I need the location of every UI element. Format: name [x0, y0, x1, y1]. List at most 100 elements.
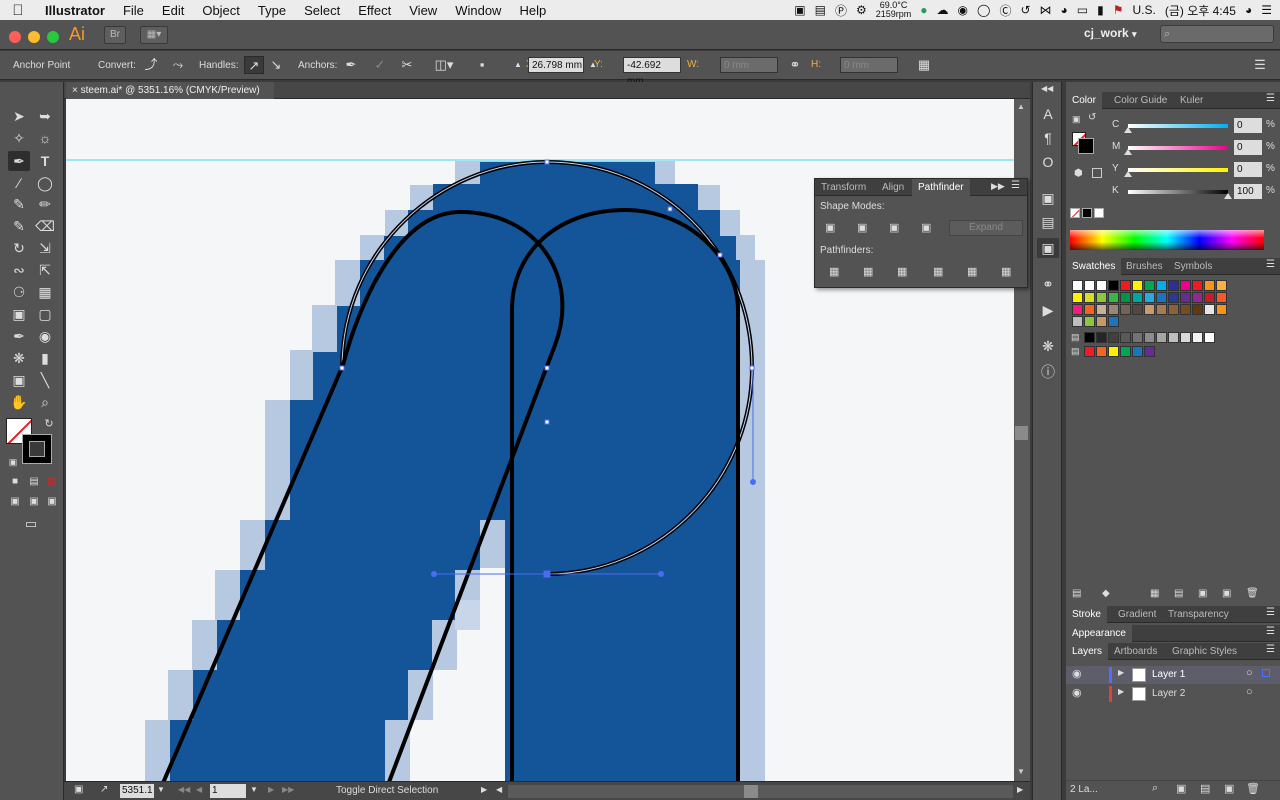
export-icon[interactable]: ↗ [100, 784, 108, 795]
swatch[interactable] [1084, 304, 1095, 315]
swatch[interactable] [1144, 280, 1155, 291]
swatch[interactable] [1156, 332, 1167, 343]
eyedropper-tool-icon[interactable]: ✒ [8, 326, 30, 346]
search-input[interactable]: ⌕ [1160, 25, 1274, 43]
actions-panel-icon[interactable]: ▶ [1037, 300, 1059, 320]
status-menu-icon[interactable]: ▶ [481, 785, 487, 794]
artboard-field[interactable]: 1 [210, 784, 246, 798]
swatch[interactable] [1084, 280, 1095, 291]
swatch[interactable] [1132, 292, 1143, 303]
swatch[interactable] [1132, 280, 1143, 291]
outline-icon[interactable]: ▦ [967, 265, 981, 278]
new-group-icon[interactable]: ▣ [1198, 588, 1207, 599]
delete-layer-icon[interactable]: 🗑 [1246, 782, 1260, 795]
swatch[interactable] [1072, 280, 1083, 291]
swatch[interactable] [1168, 332, 1179, 343]
menu-file[interactable]: File [114, 3, 153, 18]
artboard-dropdown-icon[interactable]: ▼ [250, 785, 258, 794]
workspace-switcher[interactable]: cj_work ▾ [1084, 26, 1137, 40]
expand-layer-icon[interactable]: ▶ [1118, 668, 1124, 677]
minus-back-icon[interactable]: ▦ [1001, 265, 1015, 278]
swatch[interactable] [1204, 304, 1215, 315]
channel-slider[interactable] [1128, 190, 1228, 194]
line-tool-icon[interactable]: ∕ [8, 173, 30, 193]
scale-tool-icon[interactable]: ⇲ [34, 238, 56, 258]
layer-name[interactable]: Layer 2 [1152, 688, 1185, 699]
intersect-icon[interactable]: ▣ [889, 221, 903, 234]
screen-mode-icon[interactable]: ▭ [20, 514, 42, 534]
hscroll-left-icon[interactable]: ◀ [496, 785, 502, 794]
locate-object-icon[interactable]: ⌕ [1152, 782, 1158, 795]
scroll-up-icon[interactable]: ▲ [1017, 102, 1025, 111]
exclude-icon[interactable]: ▣ [921, 221, 935, 234]
selection-tool-icon[interactable]: ➤ [8, 106, 30, 126]
tab-transparency[interactable]: Transparency [1162, 606, 1235, 623]
new-layer-icon[interactable]: ▣ [1224, 782, 1234, 795]
default-fill-stroke-icon[interactable]: ▣ [2, 452, 24, 472]
layers-menu-icon[interactable]: ☰ [1266, 644, 1275, 655]
swatch[interactable] [1120, 280, 1131, 291]
tab-stroke[interactable]: Stroke [1066, 606, 1107, 623]
minimize-window-button[interactable] [28, 31, 40, 43]
swatch-library-icon[interactable]: ▤ [1072, 588, 1081, 599]
menu-illustrator[interactable]: Illustrator [36, 3, 114, 18]
links-panel-icon[interactable]: ⚭ [1037, 274, 1059, 294]
slice-tool-icon[interactable]: ╲ [34, 370, 56, 390]
remove-anchor-icon[interactable]: ✒ [341, 56, 361, 74]
swatch[interactable] [1192, 332, 1203, 343]
none-mode-icon[interactable]: ▧ [41, 472, 63, 492]
convert-corner-icon[interactable]: ⤴ [141, 56, 161, 74]
tab-align[interactable]: Align [876, 179, 910, 196]
graph-tool-icon[interactable]: ▮ [34, 348, 56, 368]
swatch[interactable] [1192, 280, 1203, 291]
swatch[interactable] [1120, 292, 1131, 303]
swatch[interactable] [1084, 346, 1095, 357]
d-icon[interactable]: Ⓟ [835, 2, 847, 19]
channel-slider[interactable] [1128, 168, 1228, 172]
expand-button[interactable]: Expand [949, 220, 1023, 236]
pencil-tool-icon[interactable]: ✏ [34, 194, 56, 214]
tab-kuler[interactable]: Kuler [1174, 92, 1209, 109]
show-handles-icon[interactable]: ↗ [244, 56, 264, 74]
divide-icon[interactable]: ▦ [829, 265, 843, 278]
swatch[interactable] [1180, 292, 1191, 303]
symbol-sprayer-tool-icon[interactable]: ❋ [8, 348, 30, 368]
swatch[interactable] [1096, 304, 1107, 315]
swatch[interactable] [1156, 304, 1167, 315]
bridge-button[interactable]: Br [104, 26, 126, 44]
swatch[interactable] [1108, 304, 1119, 315]
swatch[interactable] [1108, 280, 1119, 291]
none-swatch-small[interactable] [1070, 208, 1080, 218]
tab-gradient[interactable]: Gradient [1112, 606, 1162, 623]
expand-layer-icon[interactable]: ▶ [1118, 687, 1124, 696]
bluetooth-icon[interactable]: ⋈ [1040, 3, 1052, 17]
screenshot-icon[interactable]: ▣ [794, 3, 805, 17]
stroke-menu-icon[interactable]: ☰ [1266, 607, 1275, 618]
blend-tool-icon[interactable]: ◉ [34, 326, 56, 346]
airplay-icon[interactable]: ▭ [1077, 3, 1088, 17]
stroke-swatch[interactable] [22, 434, 52, 464]
magic-wand-tool-icon[interactable]: ✧ [8, 128, 30, 148]
swatch[interactable] [1108, 346, 1119, 357]
swatch[interactable] [1072, 316, 1083, 327]
new-swatch-icon[interactable]: ▣ [1222, 588, 1231, 599]
tab-appearance[interactable]: Appearance [1066, 625, 1132, 642]
type-tool-icon[interactable]: T [34, 151, 56, 171]
connect-anchor-icon[interactable]: ✓ [370, 56, 390, 74]
y-field[interactable]: -42.692 mm [623, 57, 681, 87]
channel-value-field[interactable]: 0 [1234, 140, 1262, 155]
channel-slider[interactable] [1128, 146, 1228, 150]
prev-artboard-icon[interactable]: ◀ [196, 785, 202, 794]
swatch[interactable] [1144, 346, 1155, 357]
swatch[interactable] [1192, 304, 1203, 315]
clipping-mask-icon[interactable]: ▣ [1176, 782, 1186, 795]
draw-inside-icon[interactable]: ▣ [41, 492, 63, 512]
swatch[interactable] [1168, 292, 1179, 303]
artboard-nav-icon[interactable]: ▣ [74, 784, 83, 795]
tab-symbols[interactable]: Symbols [1168, 258, 1218, 275]
swatch[interactable] [1072, 292, 1083, 303]
swatch-options-icon[interactable]: ▤ [1174, 588, 1183, 599]
swatch[interactable] [1108, 332, 1119, 343]
temperature-readout[interactable]: 69.0°C 2159rpm [876, 1, 912, 19]
swatch[interactable] [1156, 280, 1167, 291]
